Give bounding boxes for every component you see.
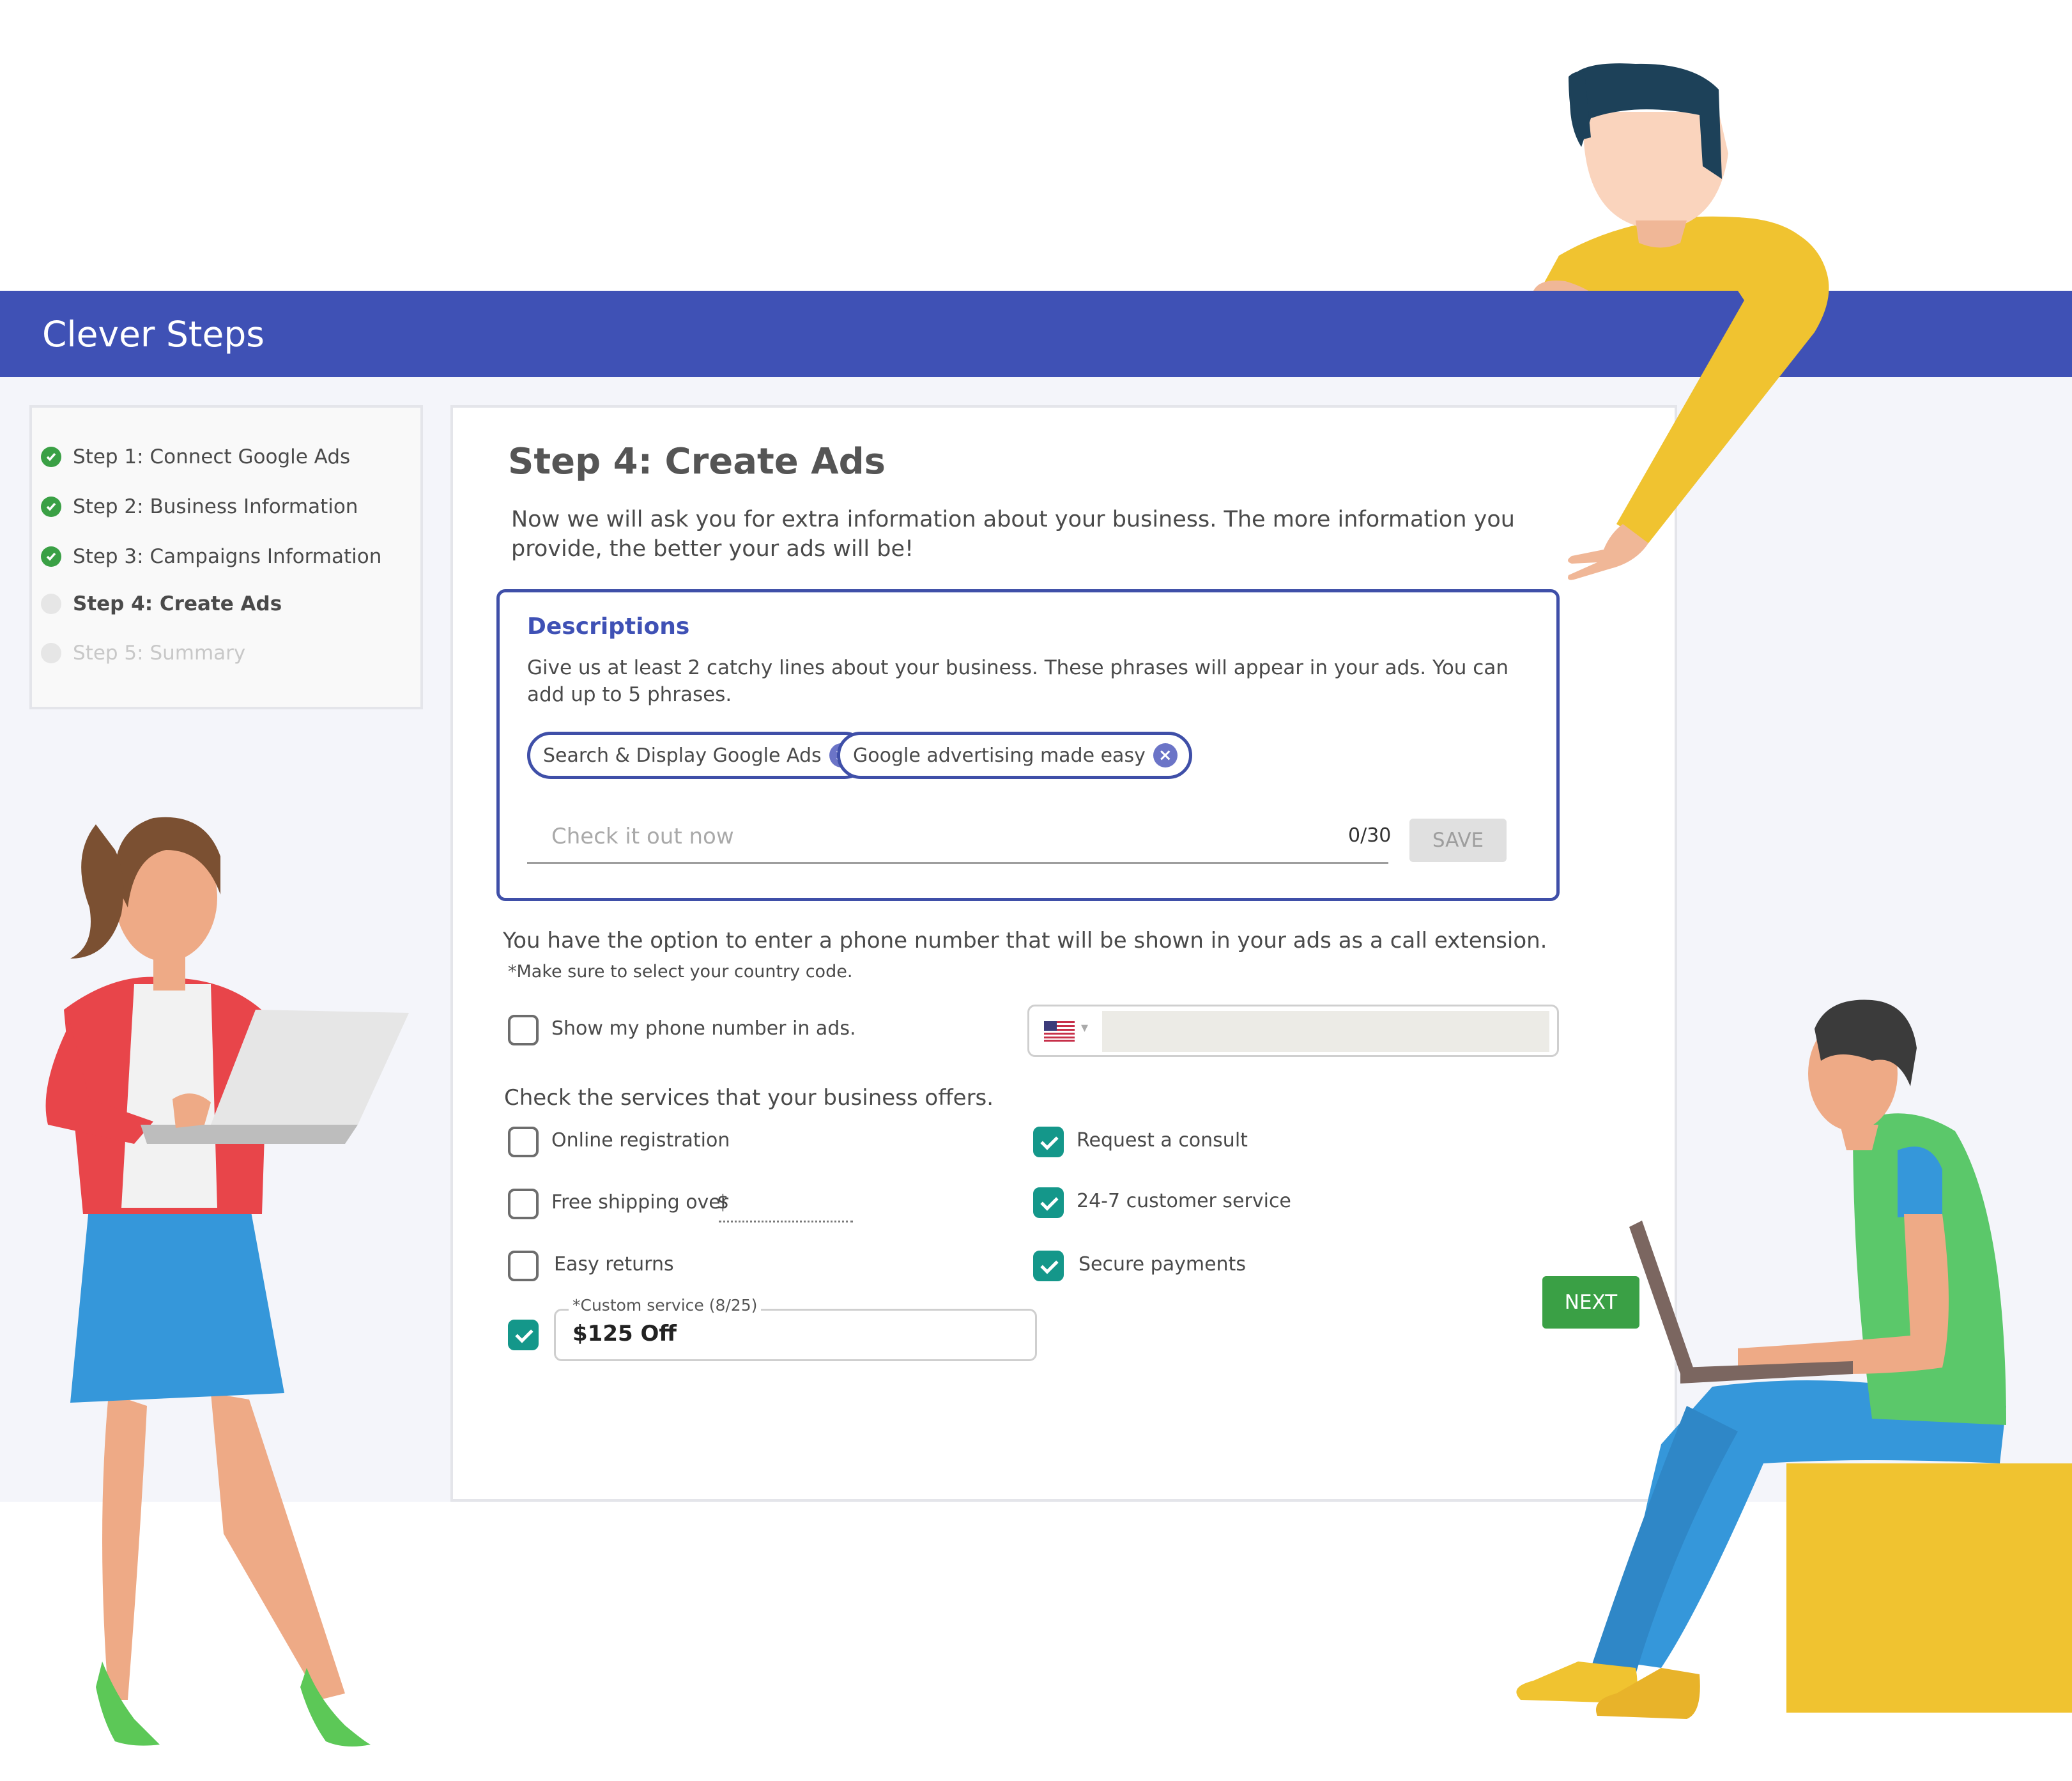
illustration-man-seated (1516, 999, 2072, 1719)
